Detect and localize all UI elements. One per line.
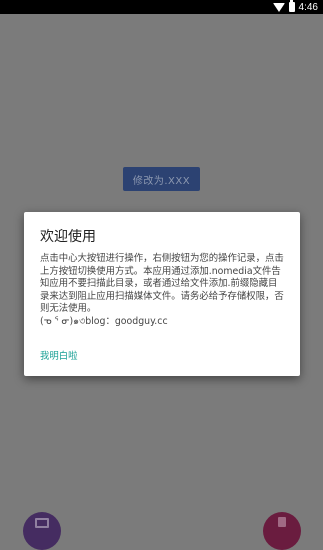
wifi-icon [272,2,285,12]
battery-icon [288,0,295,12]
status-icons: 4:46 [272,0,318,14]
dialog-message: 点击中心大按钮进行操作，右侧按钮为您的操作记录，点击上方按钮切换使用方式。本应用… [40,253,284,327]
status-clock: 4:46 [298,1,318,13]
welcome-dialog: 欢迎使用 点击中心大按钮进行操作，右侧按钮为您的操作记录，点击上方按钮切换使用方… [24,212,300,376]
status-bar: 4:46 [0,0,323,14]
history-icon [35,518,49,528]
dialog-confirm-button[interactable]: 我明白啦 [40,348,78,362]
modify-extension-button[interactable]: 修改为.XXX [123,167,200,191]
dialog-title: 欢迎使用 [40,229,96,245]
delete-icon [278,517,286,527]
history-fab-button[interactable] [23,512,61,550]
delete-fab-button[interactable] [263,512,301,550]
